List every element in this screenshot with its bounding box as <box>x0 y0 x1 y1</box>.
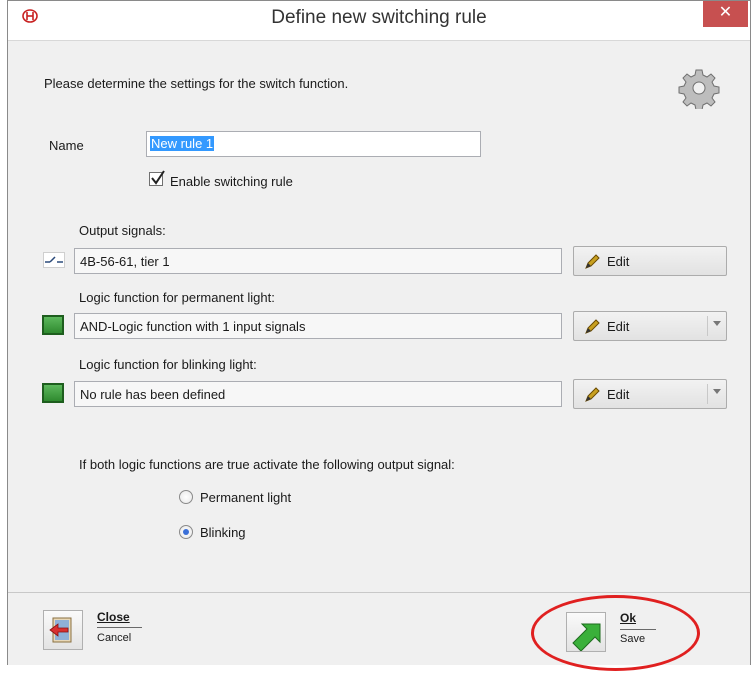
title-bar[interactable]: Define new switching rule ✕ <box>8 1 750 31</box>
pencil-icon <box>585 387 600 402</box>
close-button-underline <box>97 627 142 628</box>
highlight-annotation <box>531 595 700 671</box>
activate-question: If both logic functions are true activat… <box>79 457 455 472</box>
exit-door-icon <box>49 617 72 643</box>
switch-contact-icon <box>43 252 65 268</box>
close-window-button[interactable]: ✕ <box>703 1 748 27</box>
output-signals-label: Output signals: <box>79 223 166 238</box>
radio-blinking-label: Blinking <box>200 525 246 540</box>
edit-button-label: Edit <box>607 319 630 334</box>
close-button-title[interactable]: Close <box>97 610 130 624</box>
name-input-value: New rule 1 <box>150 136 215 151</box>
permanent-light-field[interactable]: AND-Logic function with 1 input signals <box>74 313 562 339</box>
chevron-down-icon[interactable] <box>713 321 721 326</box>
intro-text: Please determine the settings for the sw… <box>44 76 349 91</box>
window-title: Define new switching rule <box>271 7 487 28</box>
pencil-icon <box>585 319 600 334</box>
blinking-light-status-icon <box>42 383 64 403</box>
edit-button-label: Edit <box>607 387 630 402</box>
name-label: Name <box>49 138 84 153</box>
edit-blinking-light-button[interactable]: Edit <box>573 379 727 409</box>
enable-rule-checkbox[interactable] <box>149 170 165 186</box>
close-button[interactable] <box>43 610 83 650</box>
radio-blinking[interactable] <box>179 525 193 539</box>
chevron-down-icon[interactable] <box>713 389 721 394</box>
permanent-light-status-icon <box>42 315 64 335</box>
pencil-icon <box>585 254 600 269</box>
checkmark-icon <box>151 170 165 185</box>
split-divider <box>707 384 708 404</box>
edit-button-label: Edit <box>607 254 630 269</box>
radio-permanent-light-label: Permanent light <box>200 490 292 505</box>
blinking-light-field[interactable]: No rule has been defined <box>74 381 562 407</box>
radio-permanent-light[interactable] <box>179 490 193 504</box>
close-button-subtitle[interactable]: Cancel <box>97 632 131 644</box>
edit-output-signals-button[interactable]: Edit <box>573 246 727 276</box>
permanent-light-label: Logic function for permanent light: <box>79 290 275 305</box>
gear-icon <box>678 69 720 109</box>
blinking-light-label: Logic function for blinking light: <box>79 357 257 372</box>
enable-rule-label: Enable switching rule <box>170 174 293 189</box>
edit-permanent-light-button[interactable]: Edit <box>573 311 727 341</box>
name-input[interactable]: New rule 1 <box>146 131 481 157</box>
split-divider <box>707 316 708 336</box>
output-signals-field[interactable]: 4B-56-61, tier 1 <box>74 248 562 274</box>
